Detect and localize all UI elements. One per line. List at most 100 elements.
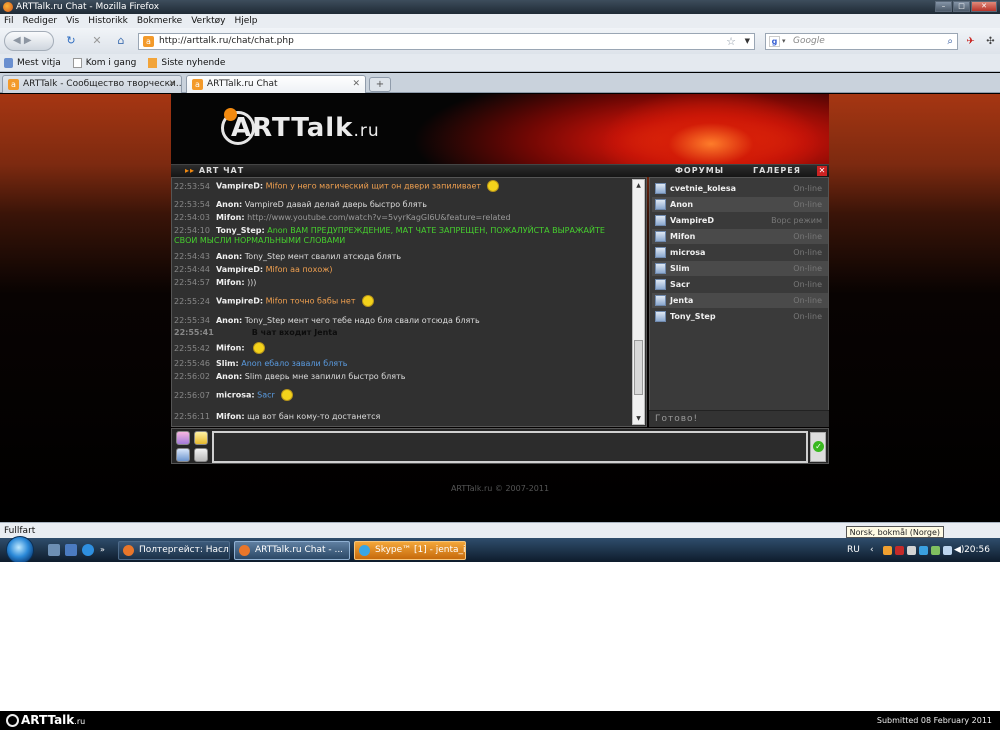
menu-verktoy[interactable]: Verktøy xyxy=(191,14,225,28)
network-icon[interactable] xyxy=(943,546,952,555)
message-nick[interactable]: microsa: xyxy=(216,391,255,400)
send-icon: ✓ xyxy=(813,441,824,452)
user-list-item[interactable]: Jenta On-line xyxy=(652,293,828,308)
url-dropdown-icon[interactable]: ▼ xyxy=(745,34,750,49)
close-tab-icon[interactable]: ✕ xyxy=(168,76,176,92)
message-nick[interactable]: Anon: xyxy=(216,316,242,325)
message-nick[interactable]: Mifon: xyxy=(216,344,245,353)
message-text[interactable]: http://www.youtube.com/watch?v=5vyrKagGI… xyxy=(247,213,510,222)
site-logo[interactable]: ARTTalk.ru xyxy=(221,108,421,147)
chat-scrollbar[interactable]: ▲ ▼ xyxy=(632,179,645,425)
task-skype[interactable]: Skype™ [1] - jenta_ir... xyxy=(354,541,466,560)
volume-icon[interactable]: ◀) xyxy=(954,541,964,560)
user-list-item[interactable]: Tony_Step On-line xyxy=(652,309,828,324)
message-input[interactable] xyxy=(212,431,808,463)
tab-arttalk-chat[interactable]: a ARTTalk.ru Chat ✕ xyxy=(186,75,366,93)
close-chat-icon[interactable]: ✕ xyxy=(817,166,827,176)
color-picker-button[interactable] xyxy=(176,431,190,445)
message-nick[interactable]: VampireD: xyxy=(216,182,263,191)
user-list-item[interactable]: cvetnie_kolesa On-line xyxy=(652,181,828,196)
blank-area xyxy=(0,562,1000,711)
bookmark-mest-vitja[interactable]: Mest vitja xyxy=(4,54,61,71)
tools-icon[interactable]: ✣ xyxy=(985,36,996,47)
user-list-panel: cvetnie_kolesa On-line Anon On-line VampireD… xyxy=(649,177,829,427)
message-nick[interactable]: VampireD: xyxy=(216,297,263,306)
menu-fil[interactable]: Fil xyxy=(4,14,14,28)
message-nick[interactable]: Mifon: xyxy=(216,412,245,421)
sound-toggle-button[interactable] xyxy=(194,448,208,462)
message-nick[interactable]: Mifon: xyxy=(216,278,245,287)
user-list-item[interactable]: Mifon On-line xyxy=(652,229,828,244)
search-engine-dropdown-icon[interactable]: ▾ xyxy=(782,34,786,49)
bookmark-star-icon[interactable]: ☆ xyxy=(726,34,736,49)
bookmark-kom-i-gang[interactable]: Kom i gang xyxy=(72,54,136,71)
tray-expand-icon[interactable]: ‹ xyxy=(870,541,874,560)
smiley-button[interactable] xyxy=(194,431,208,445)
user-list-item[interactable]: Anon On-line xyxy=(652,197,828,212)
new-tab-button[interactable]: + xyxy=(369,77,391,92)
user-status: On-line xyxy=(793,312,822,321)
url-bar[interactable]: a http://arttalk.ru/chat/chat.php ☆ ▼ xyxy=(138,33,755,50)
addon-icon[interactable]: ✈ xyxy=(965,36,976,47)
status-text: Fullfart xyxy=(4,526,36,536)
chat-section-label: ▸▸ ART ЧАТ xyxy=(185,166,245,175)
scroll-thumb[interactable] xyxy=(634,340,643,395)
menu-rediger[interactable]: Rediger xyxy=(23,14,58,28)
nav-forums-link[interactable]: ФОРУМЫ xyxy=(675,165,724,177)
user-list-item[interactable]: Slim On-line xyxy=(652,261,828,276)
user-status: On-line xyxy=(793,264,822,273)
scroll-up-icon[interactable]: ▲ xyxy=(634,181,643,190)
google-icon[interactable]: g xyxy=(769,36,780,47)
user-list-item[interactable]: Sacr On-line xyxy=(652,277,828,292)
browser-status-bar: Fullfart Norsk, bokmål (Norge) xyxy=(0,522,1000,538)
message-nick[interactable]: Mifon: xyxy=(216,213,245,222)
message-time: 22:54:03 xyxy=(174,213,210,222)
search-input[interactable]: g ▾ Google ⌕ xyxy=(765,33,958,50)
message-nick[interactable]: VampireD: xyxy=(216,265,263,274)
reload-icon[interactable]: ↻ xyxy=(64,32,78,50)
search-icon[interactable]: ⌕ xyxy=(947,34,953,49)
home-icon[interactable]: ⌂ xyxy=(114,32,128,50)
user-list-item[interactable]: VampireD Ворс режим xyxy=(652,213,828,228)
menu-vis[interactable]: Vis xyxy=(66,14,79,28)
menu-historikk[interactable]: Historikk xyxy=(88,14,128,28)
tray-app-icon[interactable] xyxy=(895,546,904,555)
tray-app-icon[interactable] xyxy=(931,546,940,555)
message-nick[interactable]: Slim: xyxy=(216,359,239,368)
tray-app-icon[interactable] xyxy=(883,546,892,555)
close-tab-icon[interactable]: ✕ xyxy=(352,76,360,92)
bookmark-siste-nyhende[interactable]: Siste nyhende xyxy=(148,54,225,71)
tray-skype-icon[interactable] xyxy=(919,546,928,555)
start-button[interactable] xyxy=(6,536,34,562)
show-desktop-icon[interactable] xyxy=(48,544,60,556)
task-arttalk-chat[interactable]: ARTTalk.ru Chat - ... xyxy=(234,541,350,560)
task-poltergeist[interactable]: Полтергейст: Насл... xyxy=(118,541,230,560)
user-list-item[interactable]: microsa On-line xyxy=(652,245,828,260)
message-time: 22:56:11 xyxy=(174,412,210,421)
switch-windows-icon[interactable] xyxy=(65,544,77,556)
message-nick[interactable]: Anon: xyxy=(216,252,242,261)
user-settings-button[interactable] xyxy=(176,448,190,462)
internet-explorer-icon[interactable] xyxy=(82,544,94,556)
message-nick[interactable]: Anon: xyxy=(216,200,242,209)
scroll-down-icon[interactable]: ▼ xyxy=(634,414,643,423)
input-language[interactable]: RU xyxy=(847,541,860,560)
system-tray: RU ‹ ◀) 20:56 xyxy=(845,541,1000,560)
message-nick[interactable]: Tony_Step: xyxy=(216,226,265,235)
tab-arttalk-community[interactable]: a ARTTalk - Сообщество творчески... ✕ xyxy=(2,75,182,93)
menu-hjelp[interactable]: Hjelp xyxy=(234,14,257,28)
nav-gallery-link[interactable]: ГАЛЕРЕЯ xyxy=(753,165,801,177)
message-text: Sacr xyxy=(257,390,275,400)
menu-bokmerke[interactable]: Bokmerke xyxy=(137,14,182,28)
clock[interactable]: 20:56 xyxy=(964,541,990,560)
tray-app-icon[interactable] xyxy=(907,546,916,555)
send-button[interactable]: ✓ xyxy=(810,432,826,462)
user-status: On-line xyxy=(793,280,822,289)
close-window-button[interactable]: ✕ xyxy=(971,1,997,12)
stop-icon[interactable]: ✕ xyxy=(90,32,104,50)
back-forward-buttons[interactable]: ◀ ▶ xyxy=(4,31,54,51)
maximize-button[interactable]: □ xyxy=(953,1,970,12)
quicklaunch-more-icon[interactable]: » xyxy=(100,544,108,556)
minimize-button[interactable]: – xyxy=(935,1,952,12)
message-nick[interactable]: Anon: xyxy=(216,372,242,381)
